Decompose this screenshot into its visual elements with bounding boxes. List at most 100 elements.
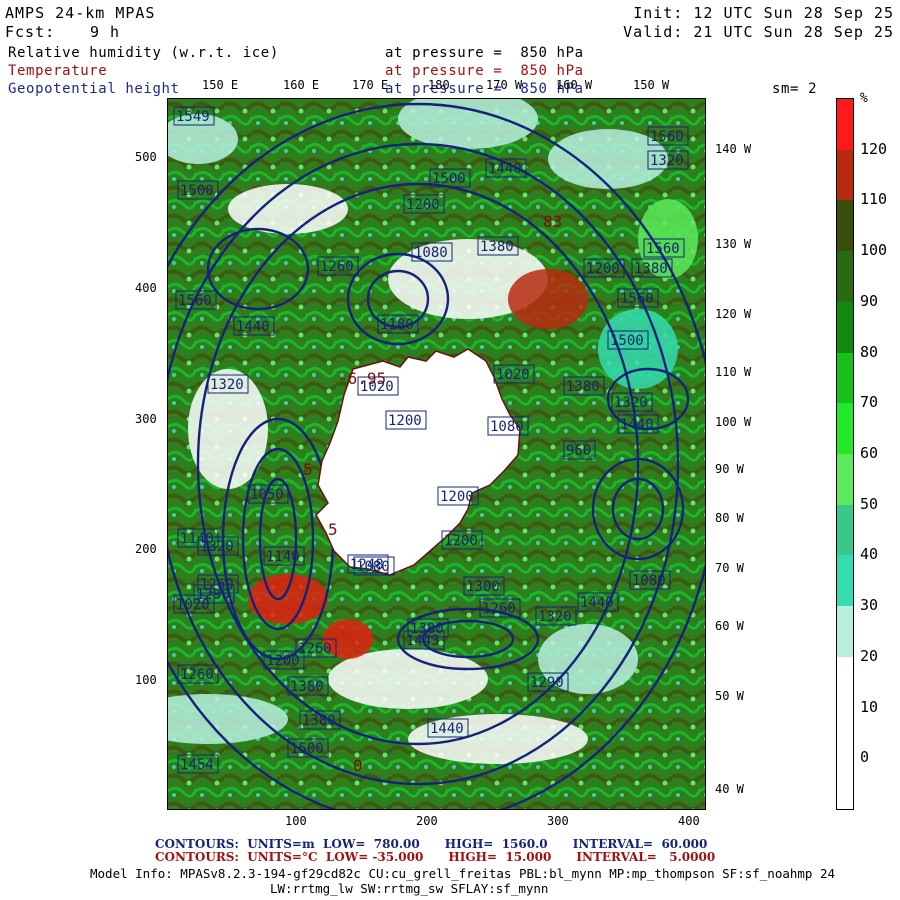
x-tick-label: 200 xyxy=(416,814,438,828)
height-contour-label: 1260 xyxy=(298,641,332,657)
colorbar-label: 90 xyxy=(860,291,879,310)
height-contour-label: 1380 xyxy=(634,261,668,277)
height-contour-label: 1260 xyxy=(482,601,516,617)
height-contour-label: 1180 xyxy=(380,317,414,333)
height-contour-label: 1549 xyxy=(176,109,210,125)
height-contour-label: 1454 xyxy=(180,757,214,773)
lon-label-top: 150 E xyxy=(202,78,239,92)
colorbar xyxy=(836,98,854,810)
temperature-contour-label: 83 xyxy=(543,212,562,231)
colorbar-label: 110 xyxy=(860,190,888,209)
height-contour-label: 1080 xyxy=(632,573,666,589)
colorbar-label: 100 xyxy=(860,241,888,260)
colorbar-label: 0 xyxy=(860,748,870,767)
x-tick-label: 400 xyxy=(678,814,700,828)
field-height-name: Geopotential height xyxy=(8,81,180,97)
y-tick-label: 400 xyxy=(135,281,157,295)
colorbar-segment xyxy=(837,200,853,252)
height-contour-label: 1200 xyxy=(406,197,440,213)
colorbar-segment xyxy=(837,504,853,556)
x-tick-label: 100 xyxy=(285,814,307,828)
temperature-contour-label: - xyxy=(448,524,458,543)
height-contour-label: 1560 xyxy=(620,291,654,307)
colorbar-segment xyxy=(837,301,853,354)
height-contour-label: 1320 xyxy=(200,539,234,555)
field-rh-level: at pressure = 850 hPa xyxy=(385,45,584,61)
colorbar-label: 70 xyxy=(860,393,879,412)
temperature-contour-label: 5 xyxy=(328,520,338,539)
height-contour-label: 1443 xyxy=(406,633,440,649)
colorbar-label: 20 xyxy=(860,646,879,665)
rh-patch xyxy=(508,269,588,329)
height-contour-label: 1200 xyxy=(586,261,620,277)
height-contour-label: 1380 xyxy=(480,239,514,255)
colorbar-segment xyxy=(837,99,853,151)
y-tick-label: 300 xyxy=(135,412,157,426)
lon-label-right: 50 W xyxy=(715,689,744,703)
height-contour-label: 1290 xyxy=(196,587,230,603)
colorbar-label: 30 xyxy=(860,596,879,615)
height-contour-label: 1260 xyxy=(180,667,214,683)
colorbar-segment xyxy=(837,656,853,709)
height-contour-label: 1560 xyxy=(650,129,684,145)
lon-label-top: 150 W xyxy=(633,78,670,92)
x-tick-label: 300 xyxy=(547,814,569,828)
height-contour-label: 1290 xyxy=(530,675,564,691)
colorbar-segment xyxy=(837,758,853,810)
height-contour-label: 1500 xyxy=(180,183,214,199)
temperature-contour-label: 0 xyxy=(353,756,363,775)
height-contour-label: 1500 xyxy=(610,333,644,349)
colorbar-label: 10 xyxy=(860,697,879,716)
height-contour-label: 1500 xyxy=(432,171,466,187)
model-title: AMPS 24-km MPAS xyxy=(5,4,156,22)
colorbar-label: 50 xyxy=(860,494,879,513)
height-contour-label: 1560 xyxy=(646,241,680,257)
field-temp-level: at pressure = 850 hPa xyxy=(385,63,584,79)
lon-label-right: 70 W xyxy=(715,561,744,575)
height-contour-label: 1200 xyxy=(388,413,422,429)
colorbar-segment xyxy=(837,606,853,658)
height-contour-label: 960 xyxy=(566,443,591,459)
colorbar-segment xyxy=(837,149,853,201)
lon-label-right: 130 W xyxy=(715,237,752,251)
height-contour-label: 1248 xyxy=(350,557,384,573)
height-contour-label: 1260 xyxy=(320,259,354,275)
temperature-contour-label: -6.95 xyxy=(338,369,386,388)
height-contour-label: 1380 xyxy=(290,679,324,695)
lon-label-right: 60 W xyxy=(715,619,744,633)
colorbar-segment xyxy=(837,707,853,759)
height-contour-label: 1200 xyxy=(266,653,300,669)
colorbar-segment xyxy=(837,251,853,303)
lon-label-right: 120 W xyxy=(715,307,752,321)
valid-time: Valid: 21 UTC Sun 28 Sep 25 xyxy=(623,23,894,41)
field-temp-name: Temperature xyxy=(8,63,108,79)
field-rh-name: Relative humidity (w.r.t. ice) xyxy=(8,45,279,61)
colorbar-label: 80 xyxy=(860,342,879,361)
lon-label-top: 170 W xyxy=(486,78,523,92)
forecast-hour: 9 h xyxy=(90,23,121,41)
height-contour-label: 1200 xyxy=(440,489,474,505)
init-time: Init: 12 UTC Sun 28 Sep 25 xyxy=(633,4,894,22)
height-contour-label: 1440 xyxy=(620,417,654,433)
height-contour-label: 1320 xyxy=(210,377,244,393)
map-panel: 1549 1560 1500 1500 1560 1380 1440 1260 1320 1200… xyxy=(167,98,706,810)
height-contour-label: 1440 xyxy=(580,595,614,611)
colorbar-segment xyxy=(837,555,853,607)
smoothing-label: sm= 2 xyxy=(772,81,818,97)
rh-patch xyxy=(228,184,348,234)
colorbar-unit: % xyxy=(860,91,868,106)
lon-label-right: 100 W xyxy=(715,415,752,429)
height-contour-label: 1020 xyxy=(496,367,530,383)
colorbar-segment xyxy=(837,454,853,506)
colorbar-segment xyxy=(837,403,853,455)
height-contour-label: 1320 xyxy=(538,609,572,625)
lon-label-top: 160 W xyxy=(556,78,593,92)
colorbar-segment xyxy=(837,352,853,404)
y-tick-label: 500 xyxy=(135,150,157,164)
height-contour-label: 1140 xyxy=(266,549,300,565)
height-contour-label: 1050 xyxy=(250,487,284,503)
lon-label-top: 160 E xyxy=(283,78,320,92)
colorbar-label: 60 xyxy=(860,444,879,462)
height-contour-label: 1380 xyxy=(302,713,336,729)
height-contour-label: 1500 xyxy=(290,741,324,757)
